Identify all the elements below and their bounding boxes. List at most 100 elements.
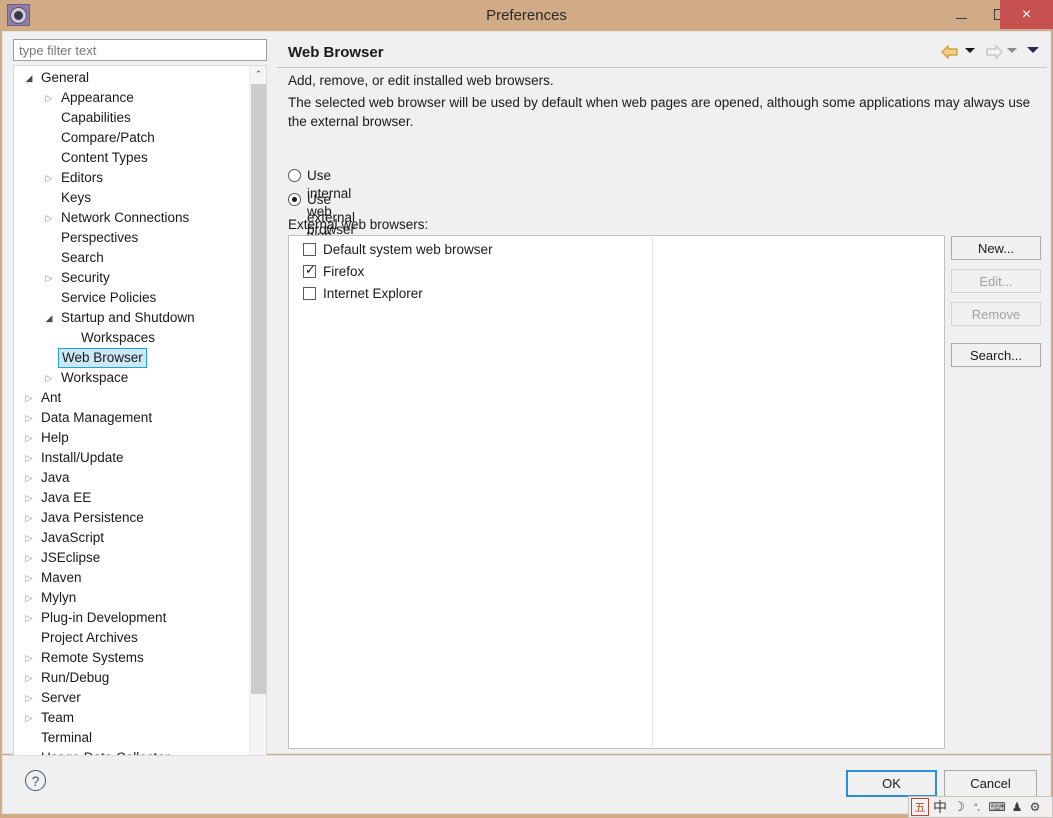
checkbox-default-system-web-browser[interactable] — [303, 243, 316, 256]
tree-expand-icon[interactable]: ▷ — [22, 548, 36, 568]
remove-button: Remove — [951, 302, 1041, 326]
browser-label: Internet Explorer — [323, 283, 423, 305]
back-arrow-icon[interactable] — [941, 44, 959, 60]
new-button[interactable]: New... — [951, 236, 1041, 260]
tree-item-data-management[interactable]: ▷Data Management — [14, 408, 250, 428]
browser-list-item[interactable]: Internet Explorer — [289, 283, 945, 305]
tree-item-service-policies[interactable]: Service Policies — [14, 288, 250, 308]
scroll-up-icon[interactable]: ⌃ — [250, 66, 267, 83]
tree-item-keys[interactable]: Keys — [14, 188, 250, 208]
tree-item-label: Perspectives — [58, 228, 141, 248]
tree-expand-icon[interactable]: ▷ — [42, 268, 56, 288]
chevron-down-icon[interactable] — [1027, 47, 1039, 53]
tree-item-startup-and-shutdown[interactable]: ◢Startup and Shutdown — [14, 308, 250, 328]
dialog-footer: ? OK Cancel — [2, 755, 1051, 814]
tree-expand-icon[interactable]: ▷ — [22, 588, 36, 608]
scrollbar-thumb[interactable] — [251, 84, 266, 694]
tree-item-label: Java — [38, 468, 73, 488]
tree-collapse-icon[interactable]: ◢ — [42, 308, 56, 328]
page-title: Web Browser — [288, 37, 384, 68]
tree-expand-icon[interactable]: ▷ — [22, 688, 36, 708]
tree-expand-icon[interactable]: ▷ — [42, 208, 56, 228]
ime-punctuation-icon[interactable]: °, — [969, 797, 985, 817]
tree-item-remote-systems[interactable]: ▷Remote Systems — [14, 648, 250, 668]
tree-expand-icon[interactable]: ▷ — [22, 668, 36, 688]
filter-input[interactable] — [13, 39, 267, 61]
tree-expand-icon[interactable]: ▷ — [22, 468, 36, 488]
back-dropdown-icon[interactable] — [965, 48, 975, 53]
checkbox-firefox[interactable] — [303, 265, 316, 278]
tree-expand-icon[interactable]: ▷ — [22, 488, 36, 508]
tree-item-web-browser[interactable]: Web Browser — [14, 348, 250, 368]
tree-item-label: Network Connections — [58, 208, 192, 228]
tree-item-label: General — [38, 68, 92, 88]
external-browsers-list[interactable]: Default system web browserFirefoxInterne… — [288, 235, 945, 749]
tree-expand-icon[interactable]: ▷ — [22, 408, 36, 428]
tree-item-javascript[interactable]: ▷JavaScript — [14, 528, 250, 548]
tree-item-capabilities[interactable]: Capabilities — [14, 108, 250, 128]
tree-item-workspaces[interactable]: Workspaces — [14, 328, 250, 348]
ime-language-icon[interactable]: 中 — [931, 797, 949, 817]
tree-expand-icon[interactable]: ▷ — [22, 708, 36, 728]
keyboard-icon[interactable]: ⌨ — [987, 797, 1007, 817]
tree-expand-icon[interactable]: ▷ — [42, 168, 56, 188]
tree-item-general[interactable]: ◢General — [14, 68, 250, 88]
tree-expand-icon[interactable]: ▷ — [22, 388, 36, 408]
tree-item-team[interactable]: ▷Team — [14, 708, 250, 728]
ime-mode-icon[interactable]: 五 — [911, 798, 929, 816]
tree-expand-icon[interactable]: ▷ — [22, 648, 36, 668]
tree-item-java-ee[interactable]: ▷Java EE — [14, 488, 250, 508]
tree-expand-icon[interactable]: ▷ — [22, 608, 36, 628]
tree-scrollbar[interactable]: ⌃ ⌄ — [249, 66, 266, 782]
tree-item-label: Workspace — [58, 368, 131, 388]
close-button[interactable]: × — [1000, 0, 1053, 29]
search-button[interactable]: Search... — [951, 343, 1041, 367]
ime-shape-icon[interactable]: ☽ — [951, 797, 967, 817]
tree-item-workspace[interactable]: ▷Workspace — [14, 368, 250, 388]
tree-item-label: Plug-in Development — [38, 608, 169, 628]
wrench-icon[interactable]: ⚙ — [1027, 797, 1043, 817]
tree-item-java[interactable]: ▷Java — [14, 468, 250, 488]
minimize-button[interactable] — [942, 0, 980, 29]
tree-item-maven[interactable]: ▷Maven — [14, 568, 250, 588]
tree-item-label: Capabilities — [58, 108, 134, 128]
browser-list-item[interactable]: Firefox — [289, 261, 945, 283]
tree-item-perspectives[interactable]: Perspectives — [14, 228, 250, 248]
tree-item-network-connections[interactable]: ▷Network Connections — [14, 208, 250, 228]
tree-item-editors[interactable]: ▷Editors — [14, 168, 250, 188]
tree-item-content-types[interactable]: Content Types — [14, 148, 250, 168]
tree-item-plug-in-development[interactable]: ▷Plug-in Development — [14, 608, 250, 628]
tree-item-run-debug[interactable]: ▷Run/Debug — [14, 668, 250, 688]
help-icon[interactable]: ? — [25, 770, 46, 791]
tree-item-jseclipse[interactable]: ▷JSEclipse — [14, 548, 250, 568]
tree-item-server[interactable]: ▷Server — [14, 688, 250, 708]
tree-expand-icon[interactable]: ▷ — [22, 568, 36, 588]
tree-item-help[interactable]: ▷Help — [14, 428, 250, 448]
tree-expand-icon[interactable]: ▷ — [22, 508, 36, 528]
browser-list-item[interactable]: Default system web browser — [289, 239, 945, 261]
tree-expand-icon[interactable]: ▷ — [42, 368, 56, 388]
cancel-button[interactable]: Cancel — [944, 770, 1037, 797]
tree-item-search[interactable]: Search — [14, 248, 250, 268]
tree-expand-icon[interactable]: ▷ — [22, 528, 36, 548]
checkbox-internet-explorer[interactable] — [303, 287, 316, 300]
tree-item-install-update[interactable]: ▷Install/Update — [14, 448, 250, 468]
tree-item-java-persistence[interactable]: ▷Java Persistence — [14, 508, 250, 528]
tree-expand-icon[interactable]: ▷ — [22, 448, 36, 468]
ok-button[interactable]: OK — [846, 770, 937, 797]
tree-item-security[interactable]: ▷Security — [14, 268, 250, 288]
ime-language-bar[interactable]: 五 中 ☽ °, ⌨ ♟ ⚙ — [908, 796, 1053, 818]
preferences-tree[interactable]: ◢General▷AppearanceCapabilitiesCompare/P… — [13, 65, 267, 782]
tree-item-ant[interactable]: ▷Ant — [14, 388, 250, 408]
person-icon[interactable]: ♟ — [1009, 797, 1025, 817]
tree-item-label: JSEclipse — [38, 548, 103, 568]
tree-item-mylyn[interactable]: ▷Mylyn — [14, 588, 250, 608]
tree-item-appearance[interactable]: ▷Appearance — [14, 88, 250, 108]
tree-collapse-icon[interactable]: ◢ — [22, 68, 36, 88]
tree-item-terminal[interactable]: Terminal — [14, 728, 250, 748]
tree-expand-icon[interactable]: ▷ — [42, 88, 56, 108]
browser-label: Default system web browser — [323, 239, 493, 261]
tree-item-project-archives[interactable]: Project Archives — [14, 628, 250, 648]
tree-item-compare-patch[interactable]: Compare/Patch — [14, 128, 250, 148]
tree-expand-icon[interactable]: ▷ — [22, 428, 36, 448]
